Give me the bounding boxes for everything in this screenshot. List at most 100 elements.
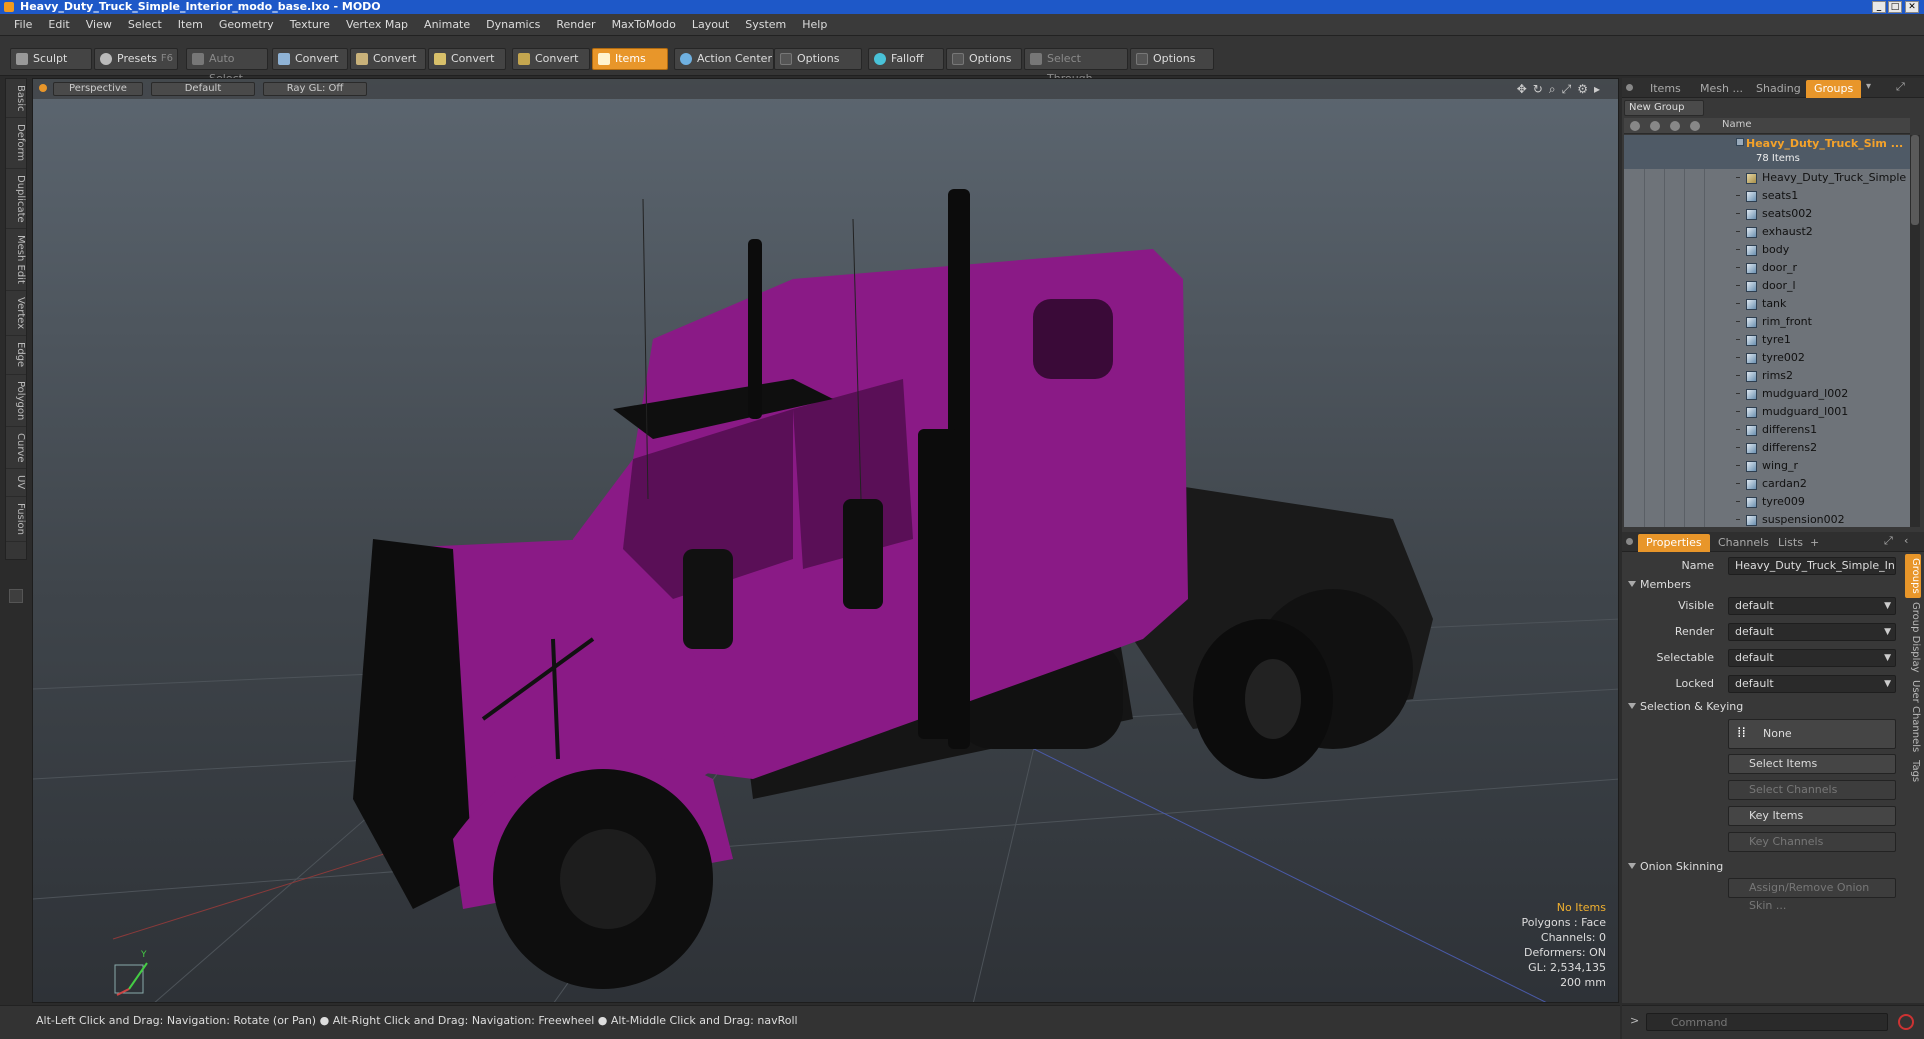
side-tab-tags[interactable]: Tags: [1905, 756, 1921, 786]
menu-dynamics[interactable]: Dynamics: [478, 18, 548, 31]
select-channels-button[interactable]: Select Channels: [1728, 780, 1896, 800]
list-item[interactable]: mudguard_l001: [1624, 403, 1910, 421]
list-item[interactable]: differens2: [1624, 439, 1910, 457]
raygl-toggle[interactable]: Ray GL: Off: [263, 82, 367, 96]
menu-animate[interactable]: Animate: [416, 18, 478, 31]
command-input[interactable]: [1646, 1013, 1888, 1031]
locked-dropdown[interactable]: default ▼: [1728, 675, 1896, 693]
items-mode-button[interactable]: Items: [592, 48, 668, 70]
side-tab-user-channels[interactable]: User Channels: [1905, 676, 1921, 756]
side-tab-groups[interactable]: Groups: [1905, 554, 1921, 598]
menu-help[interactable]: Help: [794, 18, 835, 31]
command-history-icon[interactable]: >: [1630, 1014, 1639, 1027]
menu-texture[interactable]: Texture: [282, 18, 338, 31]
tab-polygon[interactable]: Polygon: [6, 375, 26, 427]
toolbox-toggle-button[interactable]: [9, 589, 23, 603]
menu-view[interactable]: View: [78, 18, 120, 31]
list-item[interactable]: tyre1: [1624, 331, 1910, 349]
shading-style-dropdown[interactable]: Default: [151, 82, 255, 96]
selection-keying-section[interactable]: Selection & Keying: [1628, 700, 1743, 713]
list-item[interactable]: differens1: [1624, 421, 1910, 439]
falloff-options-button[interactable]: Options: [946, 48, 1022, 70]
list-item[interactable]: rims2: [1624, 367, 1910, 385]
panel-menu-icon[interactable]: [1626, 84, 1633, 91]
render-column-icon[interactable]: [1650, 121, 1660, 131]
truck-model[interactable]: [353, 189, 1433, 989]
onion-skinning-section[interactable]: Onion Skinning: [1628, 860, 1723, 873]
tab-mesh[interactable]: Mesh ...: [1692, 80, 1751, 98]
list-item[interactable]: exhaust2: [1624, 223, 1910, 241]
visible-dropdown[interactable]: default ▼: [1728, 597, 1896, 615]
3d-viewport[interactable]: Y Perspective Default Ray GL: Off ✥ ↻ ⌕ …: [32, 78, 1619, 1003]
panel-close-icon[interactable]: ‹: [1904, 534, 1908, 547]
list-item[interactable]: cardan2: [1624, 475, 1910, 493]
tab-basic[interactable]: Basic: [6, 79, 26, 119]
render-dropdown[interactable]: default ▼: [1728, 623, 1896, 641]
action-center-button[interactable]: Action Center: [674, 48, 774, 70]
tab-duplicate[interactable]: Duplicate: [6, 169, 26, 230]
viewport-settings-icon[interactable]: ⚙: [1577, 82, 1588, 97]
tab-uv[interactable]: UV: [6, 469, 26, 497]
key-channels-button[interactable]: Key Channels: [1728, 832, 1896, 852]
menu-select[interactable]: Select: [120, 18, 170, 31]
tab-deform[interactable]: Deform: [6, 118, 26, 169]
convert-polygons-button[interactable]: Convert: [428, 48, 506, 70]
add-tab-button[interactable]: +: [1802, 534, 1827, 552]
scrollbar-thumb[interactable]: [1911, 135, 1919, 225]
tab-properties[interactable]: Properties: [1638, 534, 1710, 552]
tabs-overflow-icon[interactable]: ▾: [1866, 81, 1871, 92]
presets-button[interactable]: Presets F6: [94, 48, 178, 70]
panel-expand-icon[interactable]: ⤢: [1896, 80, 1905, 94]
convert-edges-button[interactable]: Convert: [350, 48, 426, 70]
record-macro-icon[interactable]: [1898, 1014, 1914, 1030]
menu-geometry[interactable]: Geometry: [211, 18, 282, 31]
menu-vertex-map[interactable]: Vertex Map: [338, 18, 416, 31]
name-field[interactable]: Heavy_Duty_Truck_Simple_Inter: [1728, 557, 1896, 575]
maximize-button[interactable]: □: [1888, 1, 1902, 13]
zoom-icon[interactable]: ⌕: [1549, 82, 1556, 97]
list-item[interactable]: mudguard_l002: [1624, 385, 1910, 403]
convert-vertices-button[interactable]: Convert: [272, 48, 348, 70]
rotate-icon[interactable]: ↻: [1533, 82, 1543, 97]
select-items-button[interactable]: Select Items: [1728, 754, 1896, 774]
list-item[interactable]: Heavy_Duty_Truck_Simple ...: [1624, 169, 1910, 187]
tab-mesh-edit[interactable]: Mesh Edit: [6, 229, 26, 292]
tab-fusion[interactable]: Fusion: [6, 497, 26, 542]
list-item[interactable]: door_l: [1624, 277, 1910, 295]
list-item[interactable]: seats1: [1624, 187, 1910, 205]
list-item[interactable]: body: [1624, 241, 1910, 259]
menu-edit[interactable]: Edit: [40, 18, 77, 31]
list-item[interactable]: tyre009: [1624, 493, 1910, 511]
side-tab-group-display[interactable]: Group Display: [1905, 598, 1921, 676]
select-through-button[interactable]: Select Through: [1024, 48, 1128, 85]
tab-vertex[interactable]: Vertex: [6, 291, 26, 337]
list-item[interactable]: seats002: [1624, 205, 1910, 223]
menu-system[interactable]: System: [737, 18, 794, 31]
group-row[interactable]: Heavy_Duty_Truck_Sim ... 78 Items: [1624, 135, 1910, 169]
list-item[interactable]: rim_front: [1624, 313, 1910, 331]
convert-items-button[interactable]: Convert: [512, 48, 590, 70]
pan-icon[interactable]: ✥: [1517, 82, 1527, 97]
auto-select-button[interactable]: Auto Select: [186, 48, 268, 85]
menu-item[interactable]: Item: [170, 18, 211, 31]
visibility-column-icon[interactable]: [1630, 121, 1640, 131]
outliner-scrollbar[interactable]: [1910, 135, 1920, 527]
panel-expand-icon[interactable]: ⤢: [1884, 534, 1893, 548]
minimize-button[interactable]: _: [1872, 1, 1886, 13]
list-item[interactable]: door_r: [1624, 259, 1910, 277]
viewport-expand-icon[interactable]: ▸: [1594, 82, 1600, 97]
panel-menu-icon[interactable]: [1626, 538, 1633, 545]
tab-channels[interactable]: Channels: [1710, 534, 1777, 552]
list-item[interactable]: suspension002: [1624, 511, 1910, 527]
close-button[interactable]: ✕: [1905, 1, 1919, 13]
menu-layout[interactable]: Layout: [684, 18, 737, 31]
list-item[interactable]: wing_r: [1624, 457, 1910, 475]
sculpt-button[interactable]: Sculpt: [10, 48, 92, 70]
falloff-button[interactable]: Falloff: [868, 48, 944, 70]
none-selection-button[interactable]: ⁞⁞ None: [1728, 719, 1896, 749]
viewport-menu-icon[interactable]: [39, 84, 47, 92]
menu-maxtomodo[interactable]: MaxToModo: [604, 18, 684, 31]
members-section[interactable]: Members: [1628, 578, 1691, 591]
select-column-icon[interactable]: [1690, 121, 1700, 131]
action-center-options-button[interactable]: Options: [774, 48, 862, 70]
